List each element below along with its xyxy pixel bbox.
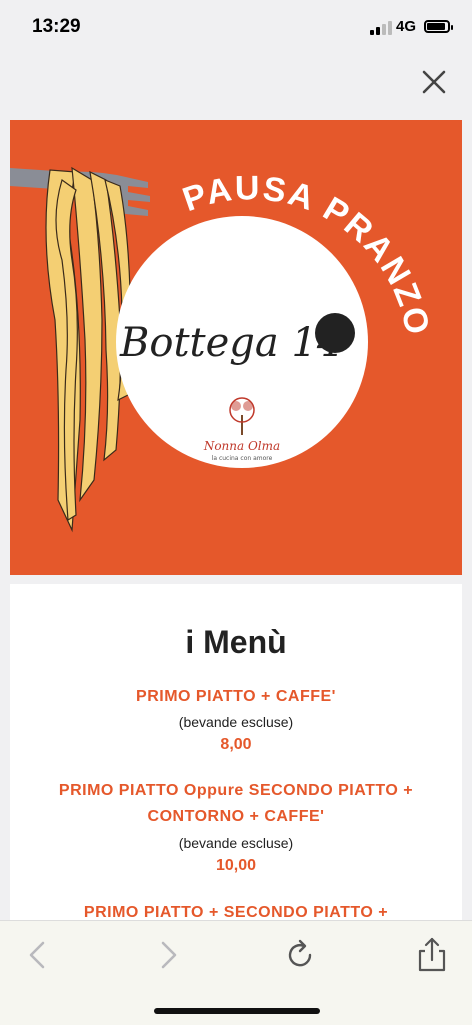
menu-item-2-name-line1: PRIMO PIATTO Oppure SECONDO PIATTO + [58, 782, 414, 799]
close-button[interactable] [418, 66, 450, 98]
network-label: 4G [396, 18, 417, 35]
banner-artwork: PAUSA PRANZO Bottega 14 Nonna Olma la cu… [10, 166, 435, 533]
home-indicator [154, 1008, 320, 1014]
menu-item-2-name-line2: CONTORNO + CAFFE' [147, 808, 325, 825]
reload-button[interactable] [280, 935, 320, 975]
brand-gear-icon [315, 313, 355, 353]
forward-button[interactable] [148, 935, 188, 975]
close-icon [422, 70, 446, 94]
menu-card: i Menù PRIMO PIATTO + CAFFE' (bevande es… [10, 584, 462, 944]
back-icon [29, 941, 45, 969]
forward-icon [161, 941, 177, 969]
menu-title: i Menù [185, 624, 287, 660]
share-button[interactable] [412, 935, 452, 975]
menu-item-1-note: (bevande escluse) [178, 714, 294, 730]
reload-icon [288, 939, 312, 967]
status-bar: 13:29 4G [0, 0, 472, 56]
status-time: 13:29 [32, 16, 81, 37]
sub-brand-name: Nonna Olma [203, 439, 280, 453]
signal-icon [370, 21, 392, 35]
menu-item-2-price: 10,00 [215, 857, 257, 874]
menu-item-1-name: PRIMO PIATTO + CAFFE' [136, 688, 336, 705]
share-icon [418, 937, 446, 972]
battery-icon [424, 20, 453, 33]
brand-logo-text: Bottega 14 [119, 320, 342, 366]
back-button[interactable] [18, 935, 58, 975]
promo-banner: PAUSA PRANZO Bottega 14 Nonna Olma la cu… [10, 120, 462, 575]
sub-brand-tagline: la cucina con amore [212, 455, 273, 462]
menu-item-1-price: 8,00 [220, 736, 252, 753]
menu-item-2-note: (bevande escluse) [178, 835, 294, 851]
